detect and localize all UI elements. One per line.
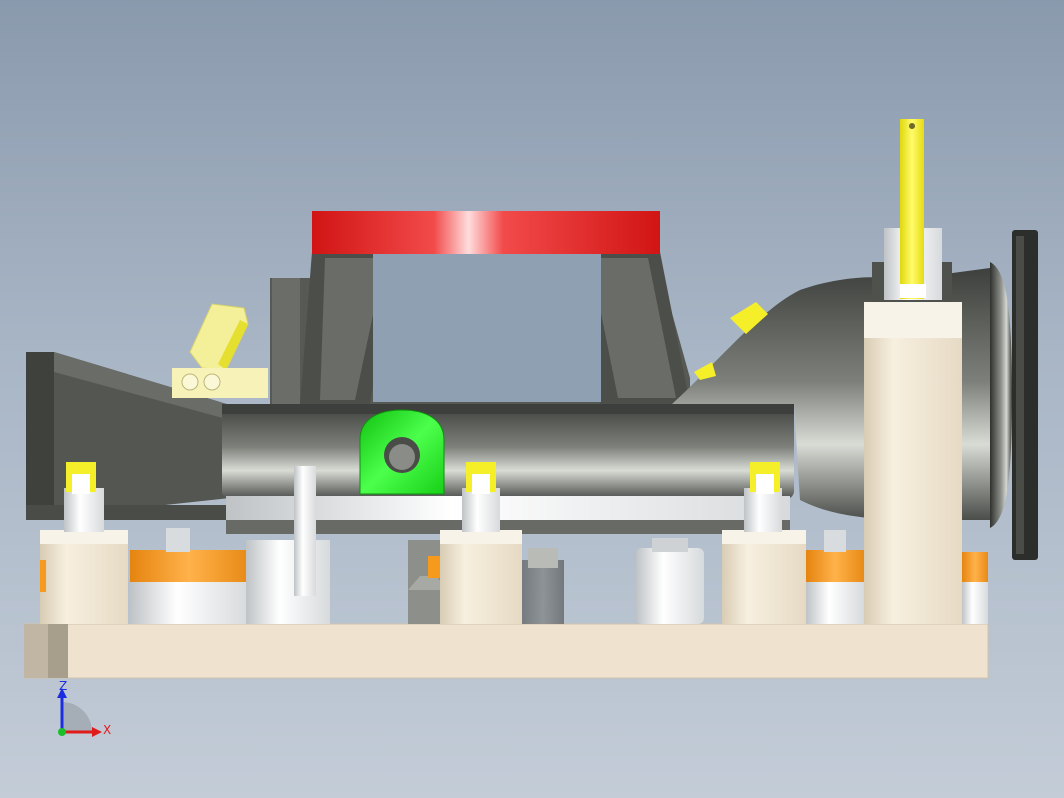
gray-stepped-pin	[522, 548, 564, 624]
cad-viewport[interactable]: Z X	[0, 0, 1064, 798]
x-axis-label: X	[103, 723, 112, 737]
base-plate	[23, 623, 989, 679]
fixture-model-render	[23, 119, 1038, 679]
red-top-plate	[312, 211, 660, 254]
upper-casting-tower	[270, 252, 690, 404]
orange-pad-2	[806, 530, 864, 624]
y-axis-dot	[58, 728, 66, 736]
orange-pad-1	[130, 528, 248, 624]
yellow-vertical-clamp-arm	[900, 119, 926, 299]
yellow-swing-clamp-left	[172, 303, 268, 398]
white-cylinder-2	[636, 538, 704, 624]
z-axis-label: Z	[59, 679, 68, 693]
green-locator-block	[359, 409, 445, 495]
orange-pad-3	[962, 552, 988, 624]
